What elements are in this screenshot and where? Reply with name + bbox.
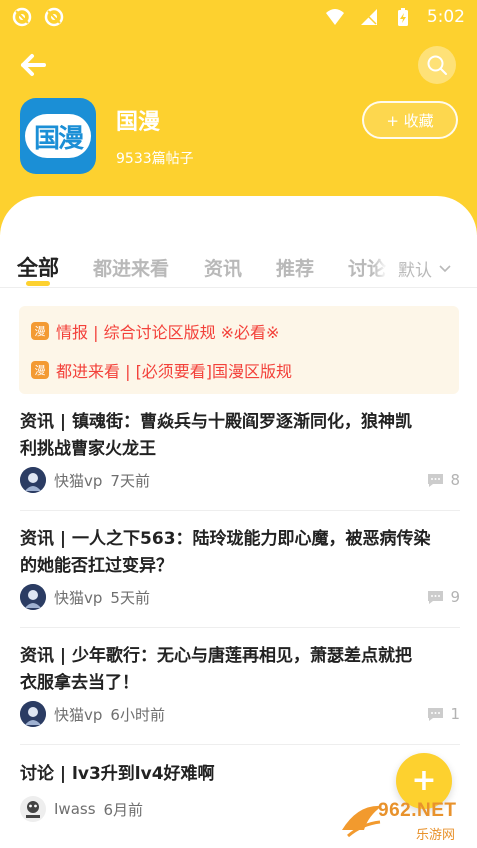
post-time: 6月前 [103,800,144,819]
avatar[interactable] [20,701,46,727]
post-title-line: 资讯 | 一人之下563：陆玲珑能力即心魔，被恶病传染 [20,529,431,549]
post-time: 7天前 [110,471,150,490]
back-arrow-icon [21,54,46,76]
post-meta: 快猫vp 6小时前 1 [20,701,460,727]
tab-all[interactable]: 全部 [17,252,59,282]
manga-badge-icon: 漫 [31,322,49,340]
post-author[interactable]: Iwass [54,800,96,818]
post-item[interactable]: 资讯 | 镇魂街：曹焱兵与十殿阎罗逐渐同化，狼神凯 利挑战曹家火龙王 快猫vp … [20,409,460,493]
post-title-line: 讨论 | lv3升到lv4好难啊 [20,764,215,784]
post-item[interactable]: 资讯 | 少年歌行：无心与唐莲再相见，萧瑟差点就把 衣服拿去当了！ 快猫vp 6… [20,643,460,727]
watermark-brand: 962.NET [378,800,457,821]
tab-come-see[interactable]: 都进来看 [93,254,169,281]
avatar-image [20,701,46,727]
notice-text: 情报 | 综合讨论区版规 ※必看※ [56,323,280,342]
sync-icon [44,7,64,27]
status-bar: 5:02 [0,0,477,34]
avatar-image [20,584,46,610]
notice-text: 都进来看 | [必须要看]国漫区版规 [56,362,293,381]
avatar[interactable] [20,796,46,822]
manga-badge-icon: 漫 [31,361,49,379]
post-title-line: 衣服拿去当了！ [20,673,139,693]
battery-charging-icon [397,8,408,26]
avatar-image [20,467,46,493]
post-divider [20,627,460,628]
favorite-button[interactable]: + 收藏 [362,101,458,139]
tab-discuss[interactable]: 讨论 [348,254,386,281]
tab-recommend[interactable]: 推荐 [276,254,314,281]
post-item[interactable]: 讨论 | lv3升到lv4好难啊 Iwass 6月前 [20,761,460,822]
pinned-notices: 漫 情报 | 综合讨论区版规 ※必看※ 漫 都进来看 | [必须要看]国漫区版规 [19,306,459,394]
comment-count-value: 9 [450,588,460,606]
comment-count-value: 1 [450,705,460,723]
content-panel [0,196,477,848]
signal-icon [360,9,377,25]
sort-selected-label: 默认 [398,260,432,281]
avatar[interactable] [20,584,46,610]
comment-count-value: 8 [450,471,460,489]
comment-icon [428,590,444,604]
plus-icon: + [411,763,437,798]
search-icon [427,55,447,75]
post-title-line: 资讯 | 少年歌行：无心与唐莲再相见，萧瑟差点就把 [20,646,413,666]
post-divider [20,744,460,745]
post-meta: 快猫vp 7天前 8 [20,467,460,493]
forum-logo-text: 国漫 [25,114,91,158]
sync-icon [12,7,32,27]
tab-news[interactable]: 资讯 [204,254,242,281]
post-author[interactable]: 快猫vp [54,704,102,725]
post-count: 9533篇帖子 [116,151,194,167]
site-watermark: 962.NET 乐游网 [338,800,472,844]
notice-item[interactable]: 漫 情报 | 综合讨论区版规 ※必看※ [31,319,279,343]
avatar-image [20,796,46,822]
comment-icon [428,707,444,721]
post-time: 5天前 [110,588,150,607]
forum-logo: 国漫 [20,98,96,174]
post-author[interactable]: 快猫vp [54,587,102,608]
comment-count: 1 [427,705,460,723]
post-divider [20,510,460,511]
watermark-subtitle: 乐游网 [416,828,456,843]
search-button[interactable] [418,46,456,84]
comment-count: 8 [427,471,460,489]
forum-name: 国漫 [116,110,161,135]
active-tab-indicator [26,281,50,286]
wifi-icon [325,9,344,25]
notice-item[interactable]: 漫 都进来看 | [必须要看]国漫区版规 [31,358,292,382]
post-title-line: 利挑战曹家火龙王 [20,439,156,459]
comment-count: 9 [427,588,460,606]
post-item[interactable]: 资讯 | 一人之下563：陆玲珑能力即心魔，被恶病传染 的她能否扛过变异？ 快猫… [20,526,460,610]
status-time: 5:02 [426,7,465,27]
sort-dropdown[interactable]: 默认 [390,250,477,286]
avatar[interactable] [20,467,46,493]
post-title-line: 资讯 | 镇魂街：曹焱兵与十殿阎罗逐渐同化，狼神凯 [20,412,413,432]
comment-icon [428,473,444,487]
post-author[interactable]: 快猫vp [54,470,102,491]
post-time: 6小时前 [110,705,165,724]
post-title-line: 的她能否扛过变异？ [20,556,173,576]
post-meta: 快猫vp 5天前 9 [20,584,460,610]
back-button[interactable] [16,50,50,80]
tab-divider [0,287,477,288]
chevron-down-icon [439,265,451,273]
